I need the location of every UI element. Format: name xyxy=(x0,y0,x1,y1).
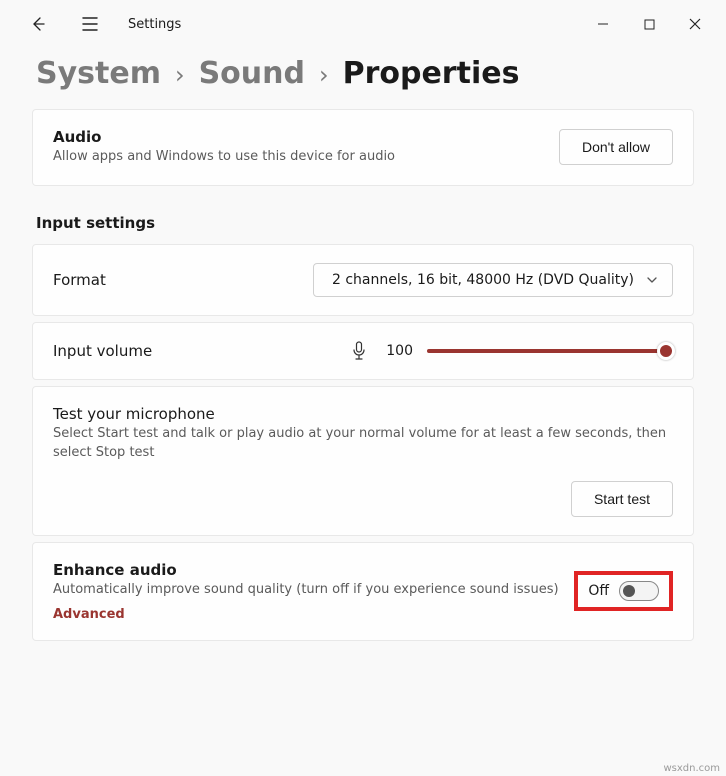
format-label: Format xyxy=(53,271,313,289)
watermark: wsxdn.com xyxy=(663,763,720,774)
app-title: Settings xyxy=(128,17,181,32)
breadcrumb-properties: Properties xyxy=(343,56,520,91)
audio-card: Audio Allow apps and Windows to use this… xyxy=(32,109,694,186)
enhance-toggle[interactable] xyxy=(619,581,659,601)
close-icon xyxy=(689,18,701,30)
back-button[interactable] xyxy=(20,6,56,42)
microphone-icon xyxy=(349,341,369,361)
chevron-right-icon: › xyxy=(319,61,329,89)
breadcrumb-sound[interactable]: Sound xyxy=(199,56,305,91)
maximize-icon xyxy=(644,19,655,30)
enhance-desc: Automatically improve sound quality (tur… xyxy=(53,581,574,600)
enhance-title: Enhance audio xyxy=(53,561,574,579)
chevron-right-icon: › xyxy=(175,61,185,89)
breadcrumb: System › Sound › Properties xyxy=(0,48,726,109)
advanced-link[interactable]: Advanced xyxy=(53,607,574,622)
slider-track xyxy=(427,349,673,353)
volume-label: Input volume xyxy=(53,342,349,360)
enhance-audio-card: Enhance audio Automatically improve soun… xyxy=(32,542,694,642)
minimize-icon xyxy=(597,18,609,30)
volume-slider[interactable] xyxy=(427,342,673,360)
slider-thumb[interactable] xyxy=(657,342,675,360)
start-test-button[interactable]: Start test xyxy=(571,481,673,517)
minimize-button[interactable] xyxy=(580,4,626,44)
toggle-state-label: Off xyxy=(588,583,609,599)
nav-menu-button[interactable] xyxy=(72,6,108,42)
titlebar: Settings xyxy=(0,0,726,48)
toggle-knob xyxy=(623,585,635,597)
volume-value: 100 xyxy=(383,343,413,359)
test-desc: Select Start test and talk or play audio… xyxy=(53,425,673,463)
enhance-toggle-highlight: Off xyxy=(574,571,673,611)
hamburger-icon xyxy=(82,17,98,31)
format-card: Format 2 channels, 16 bit, 48000 Hz (DVD… xyxy=(32,244,694,316)
format-value: 2 channels, 16 bit, 48000 Hz (DVD Qualit… xyxy=(332,272,634,288)
dont-allow-button[interactable]: Don't allow xyxy=(559,129,673,165)
audio-title: Audio xyxy=(53,128,559,146)
chevron-down-icon xyxy=(646,274,658,286)
format-select[interactable]: 2 channels, 16 bit, 48000 Hz (DVD Qualit… xyxy=(313,263,673,297)
audio-desc: Allow apps and Windows to use this devic… xyxy=(53,148,559,167)
content: Audio Allow apps and Windows to use this… xyxy=(0,109,726,641)
maximize-button[interactable] xyxy=(626,4,672,44)
test-title: Test your microphone xyxy=(53,405,673,423)
close-button[interactable] xyxy=(672,4,718,44)
back-arrow-icon xyxy=(30,16,46,32)
test-mic-card: Test your microphone Select Start test a… xyxy=(32,386,694,536)
window-caption-controls xyxy=(580,4,718,44)
input-settings-heading: Input settings xyxy=(36,214,690,232)
breadcrumb-system[interactable]: System xyxy=(36,56,161,91)
volume-card: Input volume 100 xyxy=(32,322,694,380)
